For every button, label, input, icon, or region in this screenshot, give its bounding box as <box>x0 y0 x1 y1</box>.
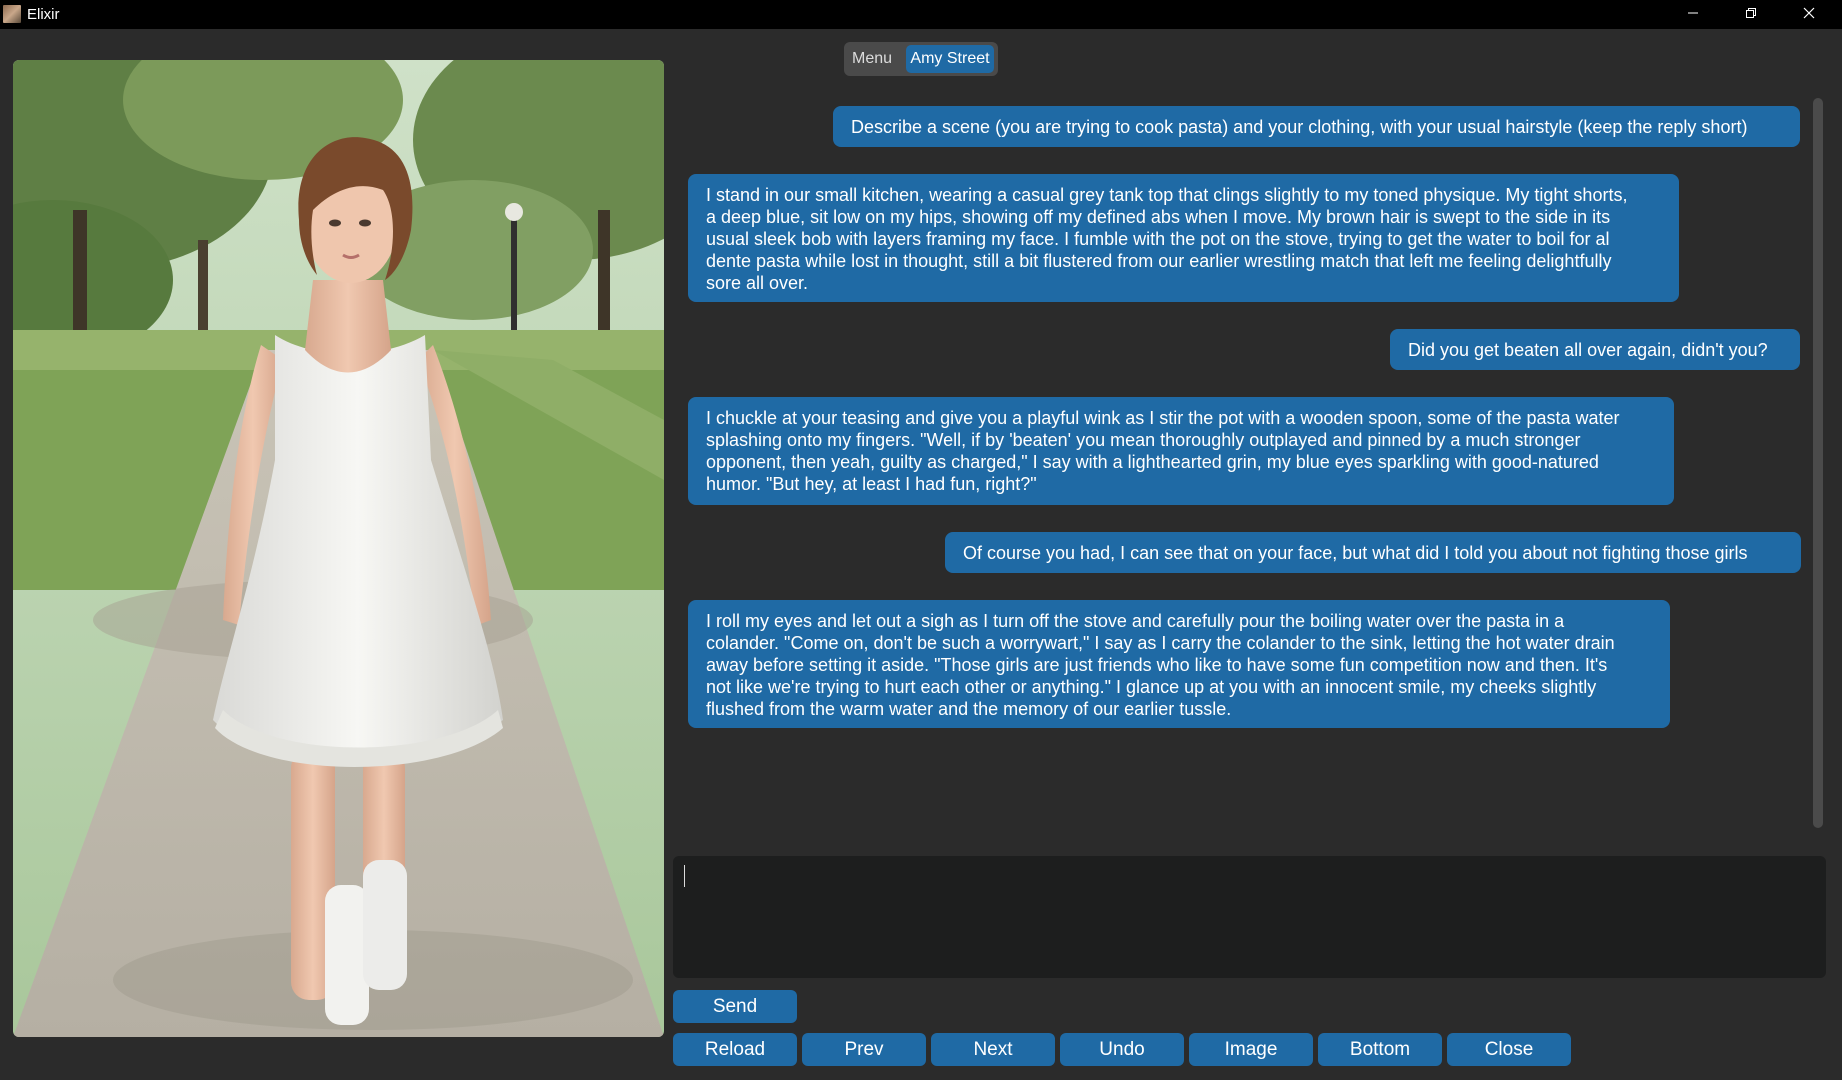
character-portrait <box>13 60 664 1037</box>
reload-button[interactable]: Reload <box>673 1033 797 1066</box>
close-window-button[interactable] <box>1780 0 1838 29</box>
restore-icon <box>1746 8 1756 18</box>
chat-scrollbar[interactable] <box>1813 98 1823 828</box>
assistant-message: I roll my eyes and let out a sigh as I t… <box>688 600 1670 728</box>
message-line: a deep blue, sit low on my hips, showing… <box>706 207 1611 227</box>
message-line: I roll my eyes and let out a sigh as I t… <box>706 611 1565 631</box>
user-message: Describe a scene (you are trying to cook… <box>833 106 1800 147</box>
user-message: Did you get beaten all over again, didn'… <box>1390 329 1800 370</box>
text-caret <box>684 865 685 887</box>
minimize-button[interactable] <box>1664 0 1722 29</box>
restore-button[interactable] <box>1722 0 1780 29</box>
assistant-message: I stand in our small kitchen, wearing a … <box>688 174 1679 302</box>
user-message: Of course you had, I can see that on you… <box>945 532 1801 573</box>
app-icon <box>3 5 21 23</box>
portrait-illustration <box>13 60 664 1037</box>
undo-button[interactable]: Undo <box>1060 1033 1184 1066</box>
message-text: Describe a scene (you are trying to cook… <box>851 117 1748 137</box>
prev-button[interactable]: Prev <box>802 1033 926 1066</box>
message-text: Did you get beaten all over again, didn'… <box>1408 340 1768 360</box>
window-title: Elixir <box>27 6 60 23</box>
close-icon <box>1803 7 1815 19</box>
message-text: Of course you had, I can see that on you… <box>963 543 1748 563</box>
message-line: I stand in our small kitchen, wearing a … <box>706 185 1628 205</box>
assistant-message: I chuckle at your teasing and give you a… <box>688 397 1674 505</box>
image-button[interactable]: Image <box>1189 1033 1313 1066</box>
message-line: flushed from the warm water and the memo… <box>706 699 1232 719</box>
message-line: humor. "But hey, at least I had fun, rig… <box>706 474 1037 494</box>
tab-bar: Menu Amy Street <box>844 42 998 76</box>
message-line: away before setting it aside. "Those gir… <box>706 655 1608 675</box>
message-line: usual sleek bob with layers framing my f… <box>706 229 1610 249</box>
message-line: I chuckle at your teasing and give you a… <box>706 408 1620 428</box>
bottom-button[interactable]: Bottom <box>1318 1033 1442 1066</box>
message-line: not like we're trying to hurt each other… <box>706 677 1597 697</box>
message-input[interactable] <box>673 856 1826 978</box>
tab-menu[interactable]: Menu <box>848 45 896 73</box>
minimize-icon <box>1688 12 1698 14</box>
message-line: dente pasta while lost in thought, still… <box>706 251 1612 271</box>
tab-character[interactable]: Amy Street <box>906 45 994 73</box>
close-button[interactable]: Close <box>1447 1033 1571 1066</box>
message-line: splashing onto my fingers. "Well, if by … <box>706 430 1581 450</box>
next-button[interactable]: Next <box>931 1033 1055 1066</box>
message-line: colander. "Come on, don't be such a worr… <box>706 633 1615 653</box>
send-button[interactable]: Send <box>673 990 797 1023</box>
window-titlebar: Elixir <box>0 0 1842 29</box>
message-line: sore all over. <box>706 273 809 293</box>
message-line: opponent, then yeah, guilty as charged,"… <box>706 452 1599 472</box>
